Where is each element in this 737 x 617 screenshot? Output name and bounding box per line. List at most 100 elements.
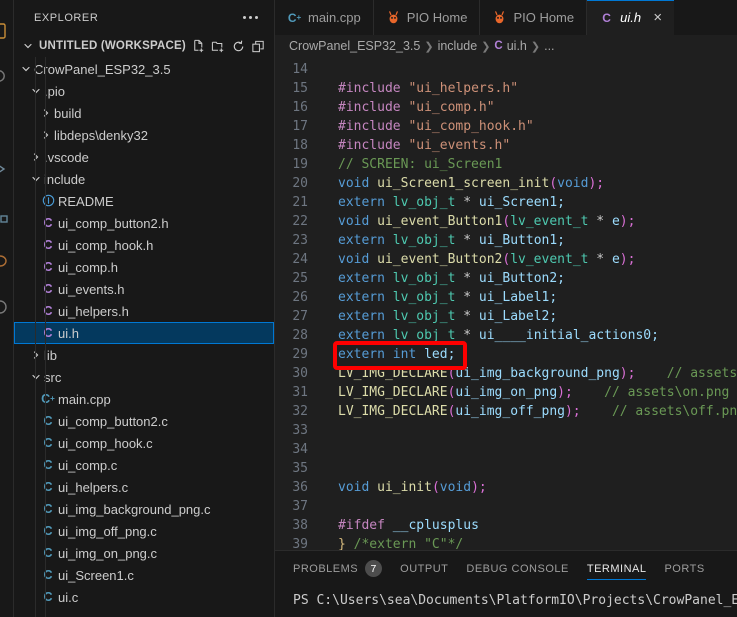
tree-folder-row[interactable]: build: [14, 102, 274, 124]
tree-file-row[interactable]: Cui_img_on_png.c: [14, 542, 274, 564]
line-number: 21: [292, 195, 308, 210]
editor-tab[interactable]: PIO Home: [373, 0, 481, 35]
panel-tab-label: OUTPUT: [400, 562, 449, 575]
tree-file-row[interactable]: Cui_Screen1.c: [14, 564, 274, 586]
tree-file-row[interactable]: Cui_comp.c: [14, 454, 274, 476]
code-line[interactable]: 19 // SCREEN: ui_Screen1: [275, 155, 737, 174]
file-tree[interactable]: CrowPanel_ESP32_3.5 .pio build libdeps\denk…: [14, 57, 274, 617]
terminal-output[interactable]: PS C:\Users\sea\Documents\PlatformIO\Pro…: [275, 586, 737, 617]
breadcrumb-item[interactable]: include: [438, 39, 478, 53]
code-line[interactable]: 34: [275, 440, 737, 459]
chevron-right-icon[interactable]: [28, 344, 44, 366]
chevron-right-icon[interactable]: [38, 102, 54, 124]
code-line[interactable]: 32 LV_IMG_DECLARE(ui_img_off_png); // ass…: [275, 402, 737, 421]
chevron-down-icon[interactable]: [28, 168, 44, 190]
tree-folder-row[interactable]: include: [14, 168, 274, 190]
workspace-root-row[interactable]: UNTITLED (WORKSPACE): [14, 35, 274, 57]
code-line[interactable]: 21 extern lv_obj_t * ui_Screen1;: [275, 193, 737, 212]
tree-file-row[interactable]: C+main.cpp: [14, 388, 274, 410]
line-number: 15: [292, 81, 308, 96]
tree-item-label: ui_Screen1.c: [58, 567, 134, 583]
explorer-activity-icon[interactable]: [0, 22, 9, 40]
tree-folder-row[interactable]: lib: [14, 344, 274, 366]
new-folder-icon[interactable]: [211, 39, 226, 54]
explorer-more-actions-icon[interactable]: [243, 16, 266, 19]
close-icon[interactable]: ×: [653, 10, 662, 25]
panel-tab[interactable]: PROBLEMS 7: [293, 551, 383, 586]
panel-tab[interactable]: OUTPUT: [400, 551, 448, 586]
chevron-right-icon[interactable]: [28, 146, 44, 168]
tree-folder-row[interactable]: libdeps\denky32: [14, 124, 274, 146]
code-line[interactable]: 14: [275, 60, 737, 79]
breadcrumb-item[interactable]: ui.h: [507, 39, 527, 53]
code-line[interactable]: 22 void ui_event_Button1(lv_event_t * e);: [275, 212, 737, 231]
code-line[interactable]: 27 extern lv_obj_t * ui_Label2;: [275, 307, 737, 326]
platformio-activity-icon[interactable]: [0, 252, 9, 270]
tree-file-row[interactable]: Cui_events.h: [14, 278, 274, 300]
code-line[interactable]: 18 #include "ui_events.h": [275, 136, 737, 155]
testing-activity-icon[interactable]: [0, 298, 9, 316]
panel-tab[interactable]: TERMINAL: [586, 551, 647, 586]
editor-tabs[interactable]: C+ main.cpp PIO Home PIO Home Cui.h ×: [275, 0, 737, 35]
code-editor[interactable]: 14 15 #include "ui_helpers.h" 16 #include "u…: [275, 57, 737, 550]
code-line[interactable]: 30 LV_IMG_DECLARE(ui_img_background_png);…: [275, 364, 737, 383]
code-line[interactable]: 16 #include "ui_comp.h": [275, 98, 737, 117]
chevron-right-icon: ❯: [530, 40, 541, 53]
refresh-icon[interactable]: [231, 39, 246, 54]
tree-file-row[interactable]: Cui.h: [14, 322, 274, 344]
new-file-icon[interactable]: [191, 39, 206, 54]
code-line[interactable]: 28 extern lv_obj_t * ui____initial_action…: [275, 326, 737, 345]
search-activity-icon[interactable]: [0, 68, 9, 86]
code-line[interactable]: 31 LV_IMG_DECLARE(ui_img_on_png); // asse…: [275, 383, 737, 402]
tree-file-row[interactable]: Cui.c: [14, 586, 274, 608]
collapse-all-icon[interactable]: [251, 39, 266, 54]
breadcrumb-item[interactable]: ...: [544, 39, 554, 53]
tree-file-row[interactable]: Cui_comp_button2.h: [14, 212, 274, 234]
breadcrumb[interactable]: CrowPanel_ESP32_3.5 ❯ include ❯ Cui.h ❯...: [275, 35, 737, 57]
tree-folder-row[interactable]: src: [14, 366, 274, 388]
editor-tab[interactable]: Cui.h ×: [587, 0, 674, 35]
code-line[interactable]: 29 extern int led;: [275, 345, 737, 364]
editor-tab[interactable]: C+ main.cpp: [275, 0, 374, 35]
breadcrumb-item[interactable]: CrowPanel_ESP32_3.5: [289, 39, 420, 53]
code-line[interactable]: 23 extern lv_obj_t * ui_Button1;: [275, 231, 737, 250]
code-line[interactable]: 15 #include "ui_helpers.h": [275, 79, 737, 98]
code-line[interactable]: 20 void ui_Screen1_screen_init(void);: [275, 174, 737, 193]
extensions-activity-icon[interactable]: [0, 206, 9, 224]
source-control-activity-icon[interactable]: [0, 114, 9, 132]
code-line[interactable]: 38 #ifdef __cplusplus: [275, 516, 737, 535]
panel-tabs[interactable]: PROBLEMS 7 OUTPUT DEBUG CONSOLE TERMINAL PORT…: [275, 551, 737, 586]
code-line[interactable]: 25 extern lv_obj_t * ui_Button2;: [275, 269, 737, 288]
tree-file-row[interactable]: Cui_comp_hook.c: [14, 432, 274, 454]
code-line[interactable]: 39} /*extern "C"*/: [275, 535, 737, 550]
code-line[interactable]: 33: [275, 421, 737, 440]
tree-file-row[interactable]: Cui_comp_hook.h: [14, 234, 274, 256]
tree-file-row[interactable]: README: [14, 190, 274, 212]
tree-file-row[interactable]: Cui_comp.h: [14, 256, 274, 278]
code-line[interactable]: 26 extern lv_obj_t * ui_Label1;: [275, 288, 737, 307]
code-line[interactable]: 35: [275, 459, 737, 478]
tree-folder-row[interactable]: .pio: [14, 80, 274, 102]
code-line[interactable]: 17 #include "ui_comp_hook.h": [275, 117, 737, 136]
chevron-right-icon[interactable]: [38, 124, 54, 146]
tree-folder-row[interactable]: .vscode: [14, 146, 274, 168]
tree-item-label: ui_comp.h: [58, 259, 118, 275]
info-icon: [38, 194, 58, 208]
tree-file-row[interactable]: Cui_img_off_png.c: [14, 520, 274, 542]
panel-tab[interactable]: PORTS: [664, 551, 704, 586]
chevron-down-icon[interactable]: [28, 366, 44, 388]
tree-folder-row[interactable]: CrowPanel_ESP32_3.5: [14, 58, 274, 80]
tree-file-row[interactable]: Cui_comp_button2.c: [14, 410, 274, 432]
code-line[interactable]: 37: [275, 497, 737, 516]
tree-file-row[interactable]: Cui_helpers.h: [14, 300, 274, 322]
code-line[interactable]: 24 void ui_event_Button2(lv_event_t * e);: [275, 250, 737, 269]
chevron-down-icon[interactable]: [18, 58, 34, 80]
editor-tab[interactable]: PIO Home: [480, 0, 588, 35]
tree-indent-guide: [35, 57, 36, 617]
chevron-down-icon[interactable]: [28, 80, 44, 102]
run-debug-activity-icon[interactable]: [0, 160, 9, 178]
tree-file-row[interactable]: Cui_helpers.c: [14, 476, 274, 498]
code-line[interactable]: 36 void ui_init(void);: [275, 478, 737, 497]
tree-file-row[interactable]: Cui_img_background_png.c: [14, 498, 274, 520]
panel-tab[interactable]: DEBUG CONSOLE: [466, 551, 568, 586]
